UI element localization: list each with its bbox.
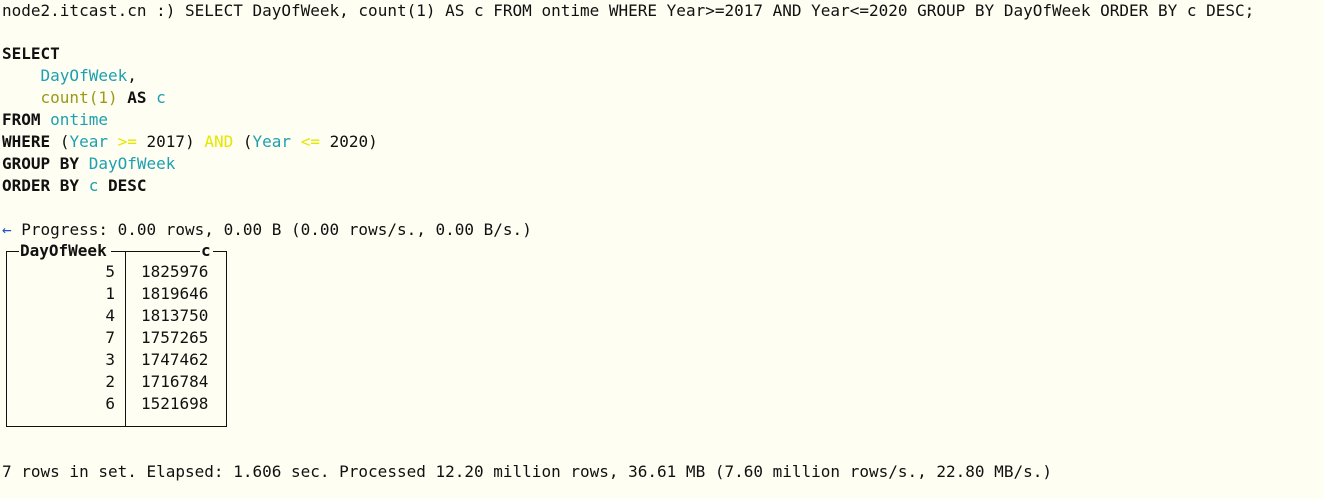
- order-by-keyword: ORDER BY: [2, 176, 80, 195]
- cell-dayofweek: 5: [105, 262, 115, 281]
- cell-count: 1716784: [141, 372, 209, 391]
- lte-operator: <=: [300, 132, 320, 151]
- header-c: c: [200, 240, 212, 262]
- desc-keyword: DESC: [107, 176, 147, 195]
- cell-count: 1825976: [141, 262, 209, 281]
- cell-count: 1521698: [141, 394, 209, 413]
- cell-count: 1819646: [141, 284, 209, 303]
- year-ident-1: Year: [69, 132, 108, 151]
- year-ident-2: Year: [252, 132, 292, 151]
- as-keyword: AS: [127, 88, 147, 107]
- cell-dayofweek: 6: [105, 394, 115, 413]
- value-2020: 2020): [329, 132, 378, 151]
- table-border: [213, 251, 227, 252]
- group-by-keyword: GROUP BY: [2, 154, 80, 173]
- from-keyword: FROM: [2, 110, 41, 129]
- header-dayofweek: DayOfWeek: [19, 240, 108, 262]
- paren-open-1: (: [59, 132, 70, 151]
- cell-count: 1757265: [141, 328, 209, 347]
- progress-arrow-icon: ←: [2, 220, 12, 239]
- query-field2-line: count(1) AS c: [2, 87, 166, 109]
- table-border: [125, 251, 201, 252]
- table-name: ontime: [50, 110, 108, 129]
- query-group-line: GROUP BY DayOfWeek: [2, 153, 175, 175]
- column-divider: [125, 251, 126, 426]
- query-order-line: ORDER BY c DESC: [2, 175, 147, 197]
- query-field1-line: DayOfWeek,: [2, 65, 137, 87]
- query-from-line: FROM ontime: [2, 109, 108, 131]
- field-dayofweek: DayOfWeek: [40, 66, 128, 85]
- paren-open-2: (: [242, 132, 253, 151]
- progress-line: ← Progress: 0.00 rows, 0.00 B (0.00 rows…: [2, 219, 532, 241]
- alias-c: c: [156, 88, 166, 107]
- cell-count: 1813750: [141, 306, 209, 325]
- cell-dayofweek: 7: [105, 328, 115, 347]
- table-border: [111, 251, 125, 252]
- prompt-line: node2.itcast.cn :) SELECT DayOfWeek, cou…: [2, 0, 1254, 22]
- value-2017: 2017): [146, 132, 195, 151]
- group-field: DayOfWeek: [88, 154, 176, 173]
- count-function: count(1): [40, 88, 118, 107]
- cell-count: 1747462: [141, 350, 209, 369]
- progress-text: Progress: 0.00 rows, 0.00 B (0.00 rows/s…: [21, 220, 532, 239]
- and-operator: AND: [204, 132, 234, 151]
- prompt-command: SELECT DayOfWeek, count(1) AS c FROM ont…: [185, 1, 1255, 20]
- where-keyword: WHERE: [2, 132, 51, 151]
- cell-dayofweek: 4: [105, 306, 115, 325]
- query-where-line: WHERE (Year >= 2017) AND (Year <= 2020): [2, 131, 378, 153]
- gte-operator: >=: [117, 132, 137, 151]
- comma: ,: [127, 66, 137, 85]
- cell-dayofweek: 3: [105, 350, 115, 369]
- prompt-host: node2.itcast.cn :): [2, 1, 176, 20]
- cell-dayofweek: 2: [105, 372, 115, 391]
- cell-dayofweek: 1: [105, 284, 115, 303]
- summary-line: 7 rows in set. Elapsed: 1.606 sec. Proce…: [2, 462, 1052, 481]
- query-select-line: SELECT: [2, 43, 60, 65]
- order-field: c: [88, 176, 99, 195]
- select-keyword: SELECT: [2, 44, 60, 63]
- result-table: DayOfWeek c 5 1825976 1 1819646 4 181375…: [6, 240, 227, 427]
